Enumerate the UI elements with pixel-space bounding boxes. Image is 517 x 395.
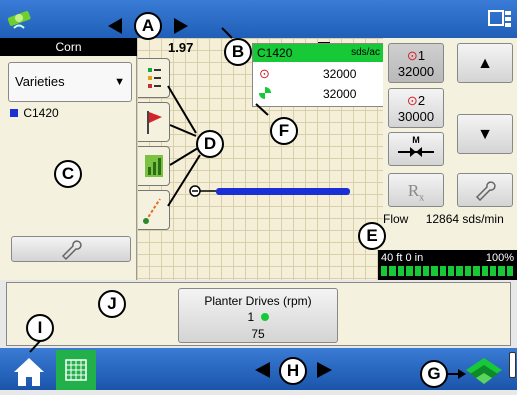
callout-e: E <box>358 222 386 250</box>
callout-i: I <box>26 314 54 342</box>
callout-h: H <box>279 357 307 385</box>
callout-a: A <box>134 12 162 40</box>
callout-b: B <box>224 38 252 66</box>
callout-j: J <box>98 290 126 318</box>
callout-arrows <box>29 18 466 379</box>
callout-c: C <box>54 160 82 188</box>
callout-f: F <box>270 117 298 145</box>
callout-g: G <box>420 360 448 388</box>
callout-d: D <box>196 130 224 158</box>
